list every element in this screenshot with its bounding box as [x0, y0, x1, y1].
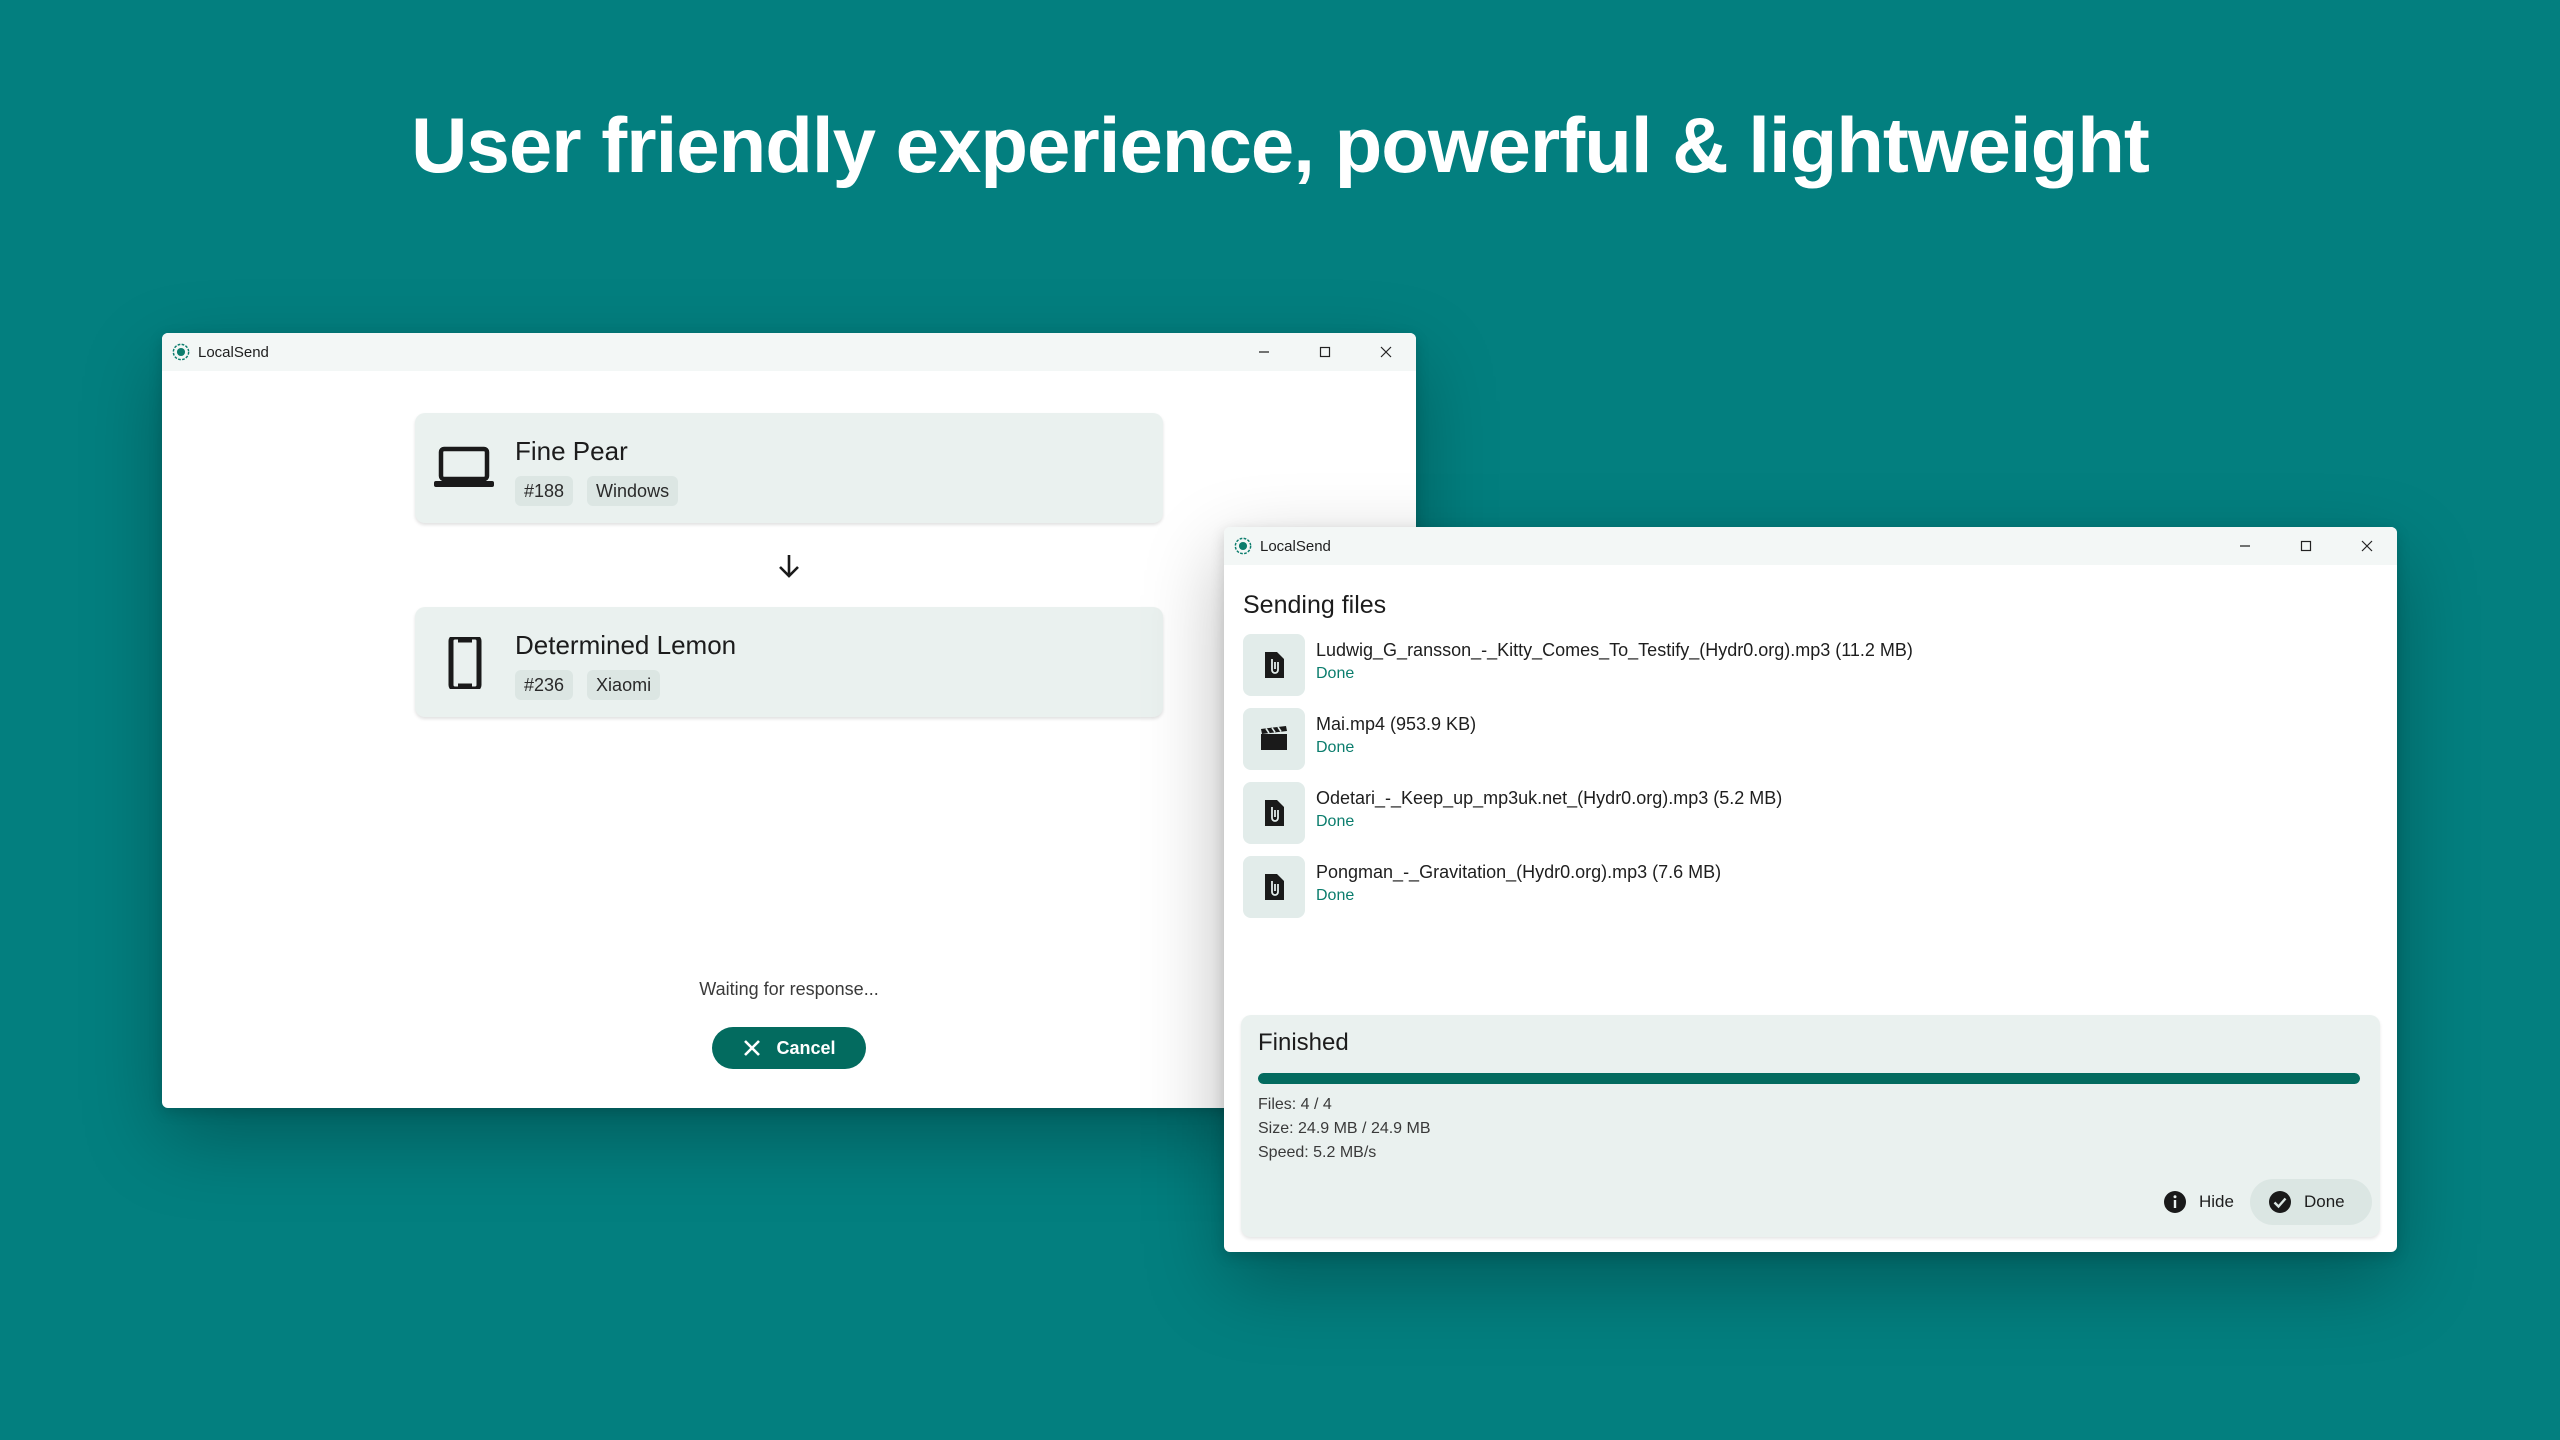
file-name: Pongman_-_Gravitation_(Hydr0.org).mp3 (7… — [1316, 862, 1722, 882]
check-circle-icon — [2269, 1191, 2291, 1213]
file-status: Done — [1316, 813, 1355, 830]
file-status: Done — [1316, 665, 1355, 682]
device-name: Determined Lemon — [515, 630, 737, 660]
close-button[interactable] — [1355, 333, 1416, 371]
file-list-item: Ludwig_G_ransson_-_Kitty_Comes_To_Testif… — [1243, 634, 2343, 696]
localsend-window-progress: LocalSend Sending files Ludwig_G_ransson… — [1224, 527, 2397, 1252]
transfer-summary-card: Finished Files: 4 / 4 Size: 24.9 MB / 24… — [1241, 1015, 2380, 1237]
sender-device-card: Fine Pear #188 Windows — [415, 413, 1163, 523]
device-id-chip: #188 — [515, 476, 574, 506]
localsend-logo-icon — [1234, 537, 1252, 555]
headline: User friendly experience, powerful & lig… — [411, 101, 2150, 189]
maximize-button[interactable] — [1294, 333, 1355, 371]
cancel-button-label: Cancel — [776, 1037, 836, 1058]
close-button[interactable] — [2336, 527, 2397, 565]
audio-file-icon — [1243, 782, 1305, 844]
receiver-device-card[interactable]: Determined Lemon #236 Xiaomi — [415, 607, 1163, 717]
minimize-button[interactable] — [1233, 333, 1294, 371]
window-title: LocalSend — [198, 343, 269, 361]
progress-bar-fill — [1258, 1073, 2360, 1084]
maximize-button[interactable] — [2275, 527, 2336, 565]
section-title: Sending files — [1243, 591, 1387, 619]
phone-icon — [433, 637, 495, 689]
minimize-button[interactable] — [2214, 527, 2275, 565]
hide-button-label: Hide — [2199, 1192, 2234, 1211]
done-button-label: Done — [2304, 1192, 2345, 1211]
device-platform-chip: Windows — [587, 476, 679, 506]
audio-file-icon — [1243, 634, 1305, 696]
size-total: Size: 24.9 MB / 24.9 MB — [1258, 1120, 1431, 1137]
title-bar[interactable]: LocalSend — [162, 333, 1416, 371]
transfer-speed: Speed: 5.2 MB/s — [1258, 1144, 1377, 1161]
device-id-chip: #236 — [515, 670, 574, 700]
hide-button[interactable]: Hide — [2145, 1179, 2255, 1225]
file-status: Done — [1316, 887, 1355, 904]
files-count: Files: 4 / 4 — [1258, 1096, 1332, 1113]
file-list-item: Odetari_-_Keep_up_mp3uk.net_(Hydr0.org).… — [1243, 782, 2343, 844]
device-name: Fine Pear — [515, 436, 628, 466]
audio-file-icon — [1243, 856, 1305, 918]
window-title: LocalSend — [1260, 537, 1331, 555]
done-button[interactable]: Done — [2250, 1179, 2372, 1225]
close-icon — [744, 1040, 761, 1056]
file-name: Odetari_-_Keep_up_mp3uk.net_(Hydr0.org).… — [1316, 788, 1783, 808]
cancel-button[interactable]: Cancel — [712, 1027, 866, 1069]
progress-bar — [1258, 1073, 2360, 1084]
summary-title: Finished — [1258, 1029, 1349, 1056]
file-status: Done — [1316, 739, 1355, 756]
device-platform-chip: Xiaomi — [587, 670, 661, 700]
video-file-icon — [1243, 708, 1305, 770]
localsend-logo-icon — [172, 343, 190, 361]
file-name: Mai.mp4 (953.9 KB) — [1316, 714, 1477, 734]
laptop-icon — [433, 443, 495, 495]
info-icon — [2164, 1191, 2186, 1213]
arrow-down-icon — [776, 551, 802, 581]
file-list-item: Pongman_-_Gravitation_(Hydr0.org).mp3 (7… — [1243, 856, 2343, 918]
file-name: Ludwig_G_ransson_-_Kitty_Comes_To_Testif… — [1316, 640, 1913, 660]
file-list-item: Mai.mp4 (953.9 KB) Done — [1243, 708, 2343, 770]
title-bar[interactable]: LocalSend — [1224, 527, 2397, 565]
